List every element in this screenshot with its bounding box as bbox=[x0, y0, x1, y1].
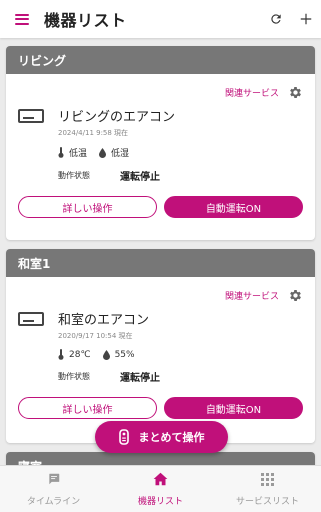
status-value: 運転停止 bbox=[120, 172, 160, 183]
related-services-link[interactable]: 関連サービス bbox=[225, 289, 279, 302]
nav-item-device-list[interactable]: 機器リスト bbox=[107, 466, 214, 512]
nav-item-timeline[interactable]: タイムライン bbox=[0, 466, 107, 512]
device-timestamp: 2020/9/17 10:54 現在 bbox=[58, 332, 133, 340]
grid-icon bbox=[261, 471, 274, 490]
humidity-value: 低湿 bbox=[111, 149, 130, 159]
detail-control-button[interactable]: 詳しい操作 bbox=[18, 196, 157, 218]
nav-label: サービスリスト bbox=[235, 497, 299, 507]
humidity-drop-icon bbox=[102, 349, 110, 360]
refresh-icon bbox=[269, 12, 283, 26]
batch-control-label: まとめて操作 bbox=[138, 431, 205, 444]
thermometer-icon bbox=[58, 349, 64, 360]
status-label: 動作状態 bbox=[58, 171, 90, 180]
nav-label: タイムライン bbox=[26, 497, 81, 507]
device-timestamp: 2024/4/11 9:58 現在 bbox=[58, 129, 129, 137]
air-conditioner-icon bbox=[18, 312, 44, 326]
gear-icon[interactable] bbox=[287, 287, 303, 303]
auto-mode-on-button[interactable]: 自動運転ON bbox=[164, 196, 303, 218]
temperature-value: 28℃ bbox=[69, 349, 91, 360]
bottom-navigation: タイムライン 機器リスト サービスリスト bbox=[0, 465, 321, 512]
home-icon bbox=[153, 471, 168, 490]
gear-icon[interactable] bbox=[287, 84, 303, 100]
refresh-button[interactable] bbox=[261, 0, 291, 38]
device-list[interactable]: リビング 関連サービス リビングのエアコン 2024/4/11 9:58 現在 bbox=[0, 38, 321, 465]
room-card-washitsu: 和室1 関連サービス 和室のエアコン 2020/9/17 10:54 現在 28… bbox=[6, 249, 315, 443]
plus-icon bbox=[299, 12, 313, 26]
auto-mode-on-button[interactable]: 自動運転ON bbox=[164, 397, 303, 419]
menu-icon bbox=[15, 13, 29, 25]
temperature-value: 低温 bbox=[69, 149, 88, 159]
status-value: 運転停止 bbox=[120, 373, 160, 384]
humidity-value: 55% bbox=[114, 349, 135, 360]
nav-label: 機器リスト bbox=[137, 497, 183, 507]
remote-icon bbox=[118, 429, 129, 445]
room-card-living: リビング 関連サービス リビングのエアコン 2024/4/11 9:58 現在 bbox=[6, 46, 315, 240]
device-name: リビングのエアコン bbox=[58, 110, 176, 125]
air-conditioner-icon bbox=[18, 109, 44, 123]
related-services-link[interactable]: 関連サービス bbox=[225, 86, 279, 99]
device-name: 和室のエアコン bbox=[58, 313, 150, 328]
menu-button[interactable] bbox=[0, 0, 44, 38]
room-card-bedroom: 寝室 bbox=[6, 452, 315, 465]
batch-control-button[interactable]: まとめて操作 bbox=[95, 421, 228, 453]
humidity-drop-icon bbox=[99, 147, 107, 158]
add-button[interactable] bbox=[291, 0, 321, 38]
app-bar: 機器リスト bbox=[0, 0, 321, 38]
detail-control-button[interactable]: 詳しい操作 bbox=[18, 397, 157, 419]
page-title: 機器リスト bbox=[44, 11, 127, 30]
chat-icon bbox=[47, 471, 61, 490]
nav-item-service-list[interactable]: サービスリスト bbox=[214, 466, 321, 512]
room-header: リビング bbox=[6, 46, 315, 74]
room-header: 寝室 bbox=[6, 452, 315, 465]
thermometer-icon bbox=[58, 147, 64, 158]
room-header: 和室1 bbox=[6, 249, 315, 277]
status-label: 動作状態 bbox=[58, 372, 90, 381]
